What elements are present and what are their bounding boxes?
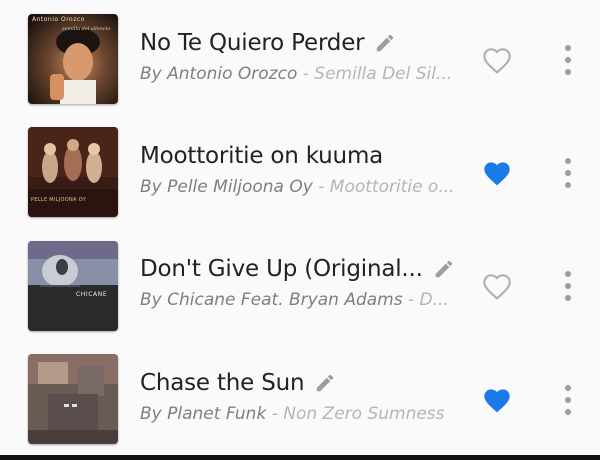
more-options-icon[interactable]	[560, 155, 576, 191]
album-art-image	[28, 127, 118, 217]
song-title: Don't Give Up (Original...	[140, 256, 423, 282]
song-album: - D...	[402, 290, 449, 310]
bottom-divider	[0, 455, 600, 460]
song-subtitle: By Planet Funk - Non Zero Sumness	[140, 404, 455, 424]
song-title-row: No Te Quiero Perder	[140, 26, 430, 60]
favorite-heart-filled-icon[interactable]	[481, 158, 513, 188]
favorite-heart-outline-icon[interactable]	[481, 45, 513, 75]
song-title: No Te Quiero Perder	[140, 30, 365, 56]
album-art[interactable]: Antonio Orozco semilla del silencio	[28, 14, 118, 104]
song-artist: By Antonio Orozco	[140, 64, 298, 84]
song-title: Moottoritie on kuuma	[140, 143, 384, 169]
song-artist: By Pelle Miljoona Oy	[140, 177, 313, 197]
cover-text: Antonio Orozco	[32, 16, 85, 23]
song-title-row: Don't Give Up (Original...	[140, 252, 453, 286]
favorite-heart-filled-icon[interactable]	[481, 385, 513, 415]
album-art[interactable]: CHICANE	[28, 241, 118, 331]
song-artist: By Planet Funk	[140, 404, 267, 424]
song-subtitle: By Chicane Feat. Bryan Adams - D...	[140, 290, 455, 310]
song-album: - Semilla Del Sil...	[297, 64, 453, 84]
edit-pencil-icon[interactable]	[314, 372, 336, 394]
song-title-row: Chase the Sun	[140, 366, 430, 400]
song-album: - Moottoritie o...	[312, 177, 455, 197]
cover-subtext: semilla del silencio	[62, 26, 111, 32]
album-art[interactable]: PELLE MILJOONA OY	[28, 127, 118, 217]
favorite-heart-outline-icon[interactable]	[481, 271, 513, 301]
song-subtitle: By Pelle Miljoona Oy - Moottoritie o...	[140, 177, 455, 197]
song-title-row: Moottoritie on kuuma	[140, 139, 430, 173]
cover-text: PELLE MILJOONA OY	[31, 197, 86, 203]
song-row[interactable]: CHICANE Don't Give Up (Original... By Ch…	[0, 226, 600, 339]
song-row[interactable]: Chase the Sun By Planet Funk - Non Zero …	[0, 340, 600, 453]
edit-pencil-icon[interactable]	[433, 258, 455, 280]
album-art-image	[28, 241, 118, 331]
song-title: Chase the Sun	[140, 370, 305, 396]
song-row[interactable]: PELLE MILJOONA OY Moottoritie on kuuma B…	[0, 113, 600, 226]
more-options-icon[interactable]	[560, 268, 576, 304]
album-art[interactable]	[28, 354, 118, 444]
more-options-icon[interactable]	[560, 42, 576, 78]
song-artist: By Chicane Feat. Bryan Adams	[140, 290, 403, 310]
cover-text: CHICANE	[76, 291, 108, 298]
song-album: - Non Zero Sumness	[266, 404, 445, 424]
song-row[interactable]: Antonio Orozco semilla del silencio No T…	[0, 0, 600, 113]
song-list: Antonio Orozco semilla del silencio No T…	[0, 0, 600, 460]
album-art-image	[28, 354, 118, 444]
more-options-icon[interactable]	[560, 382, 576, 418]
song-subtitle: By Antonio Orozco - Semilla Del Sil...	[140, 64, 455, 84]
edit-pencil-icon[interactable]	[374, 32, 396, 54]
